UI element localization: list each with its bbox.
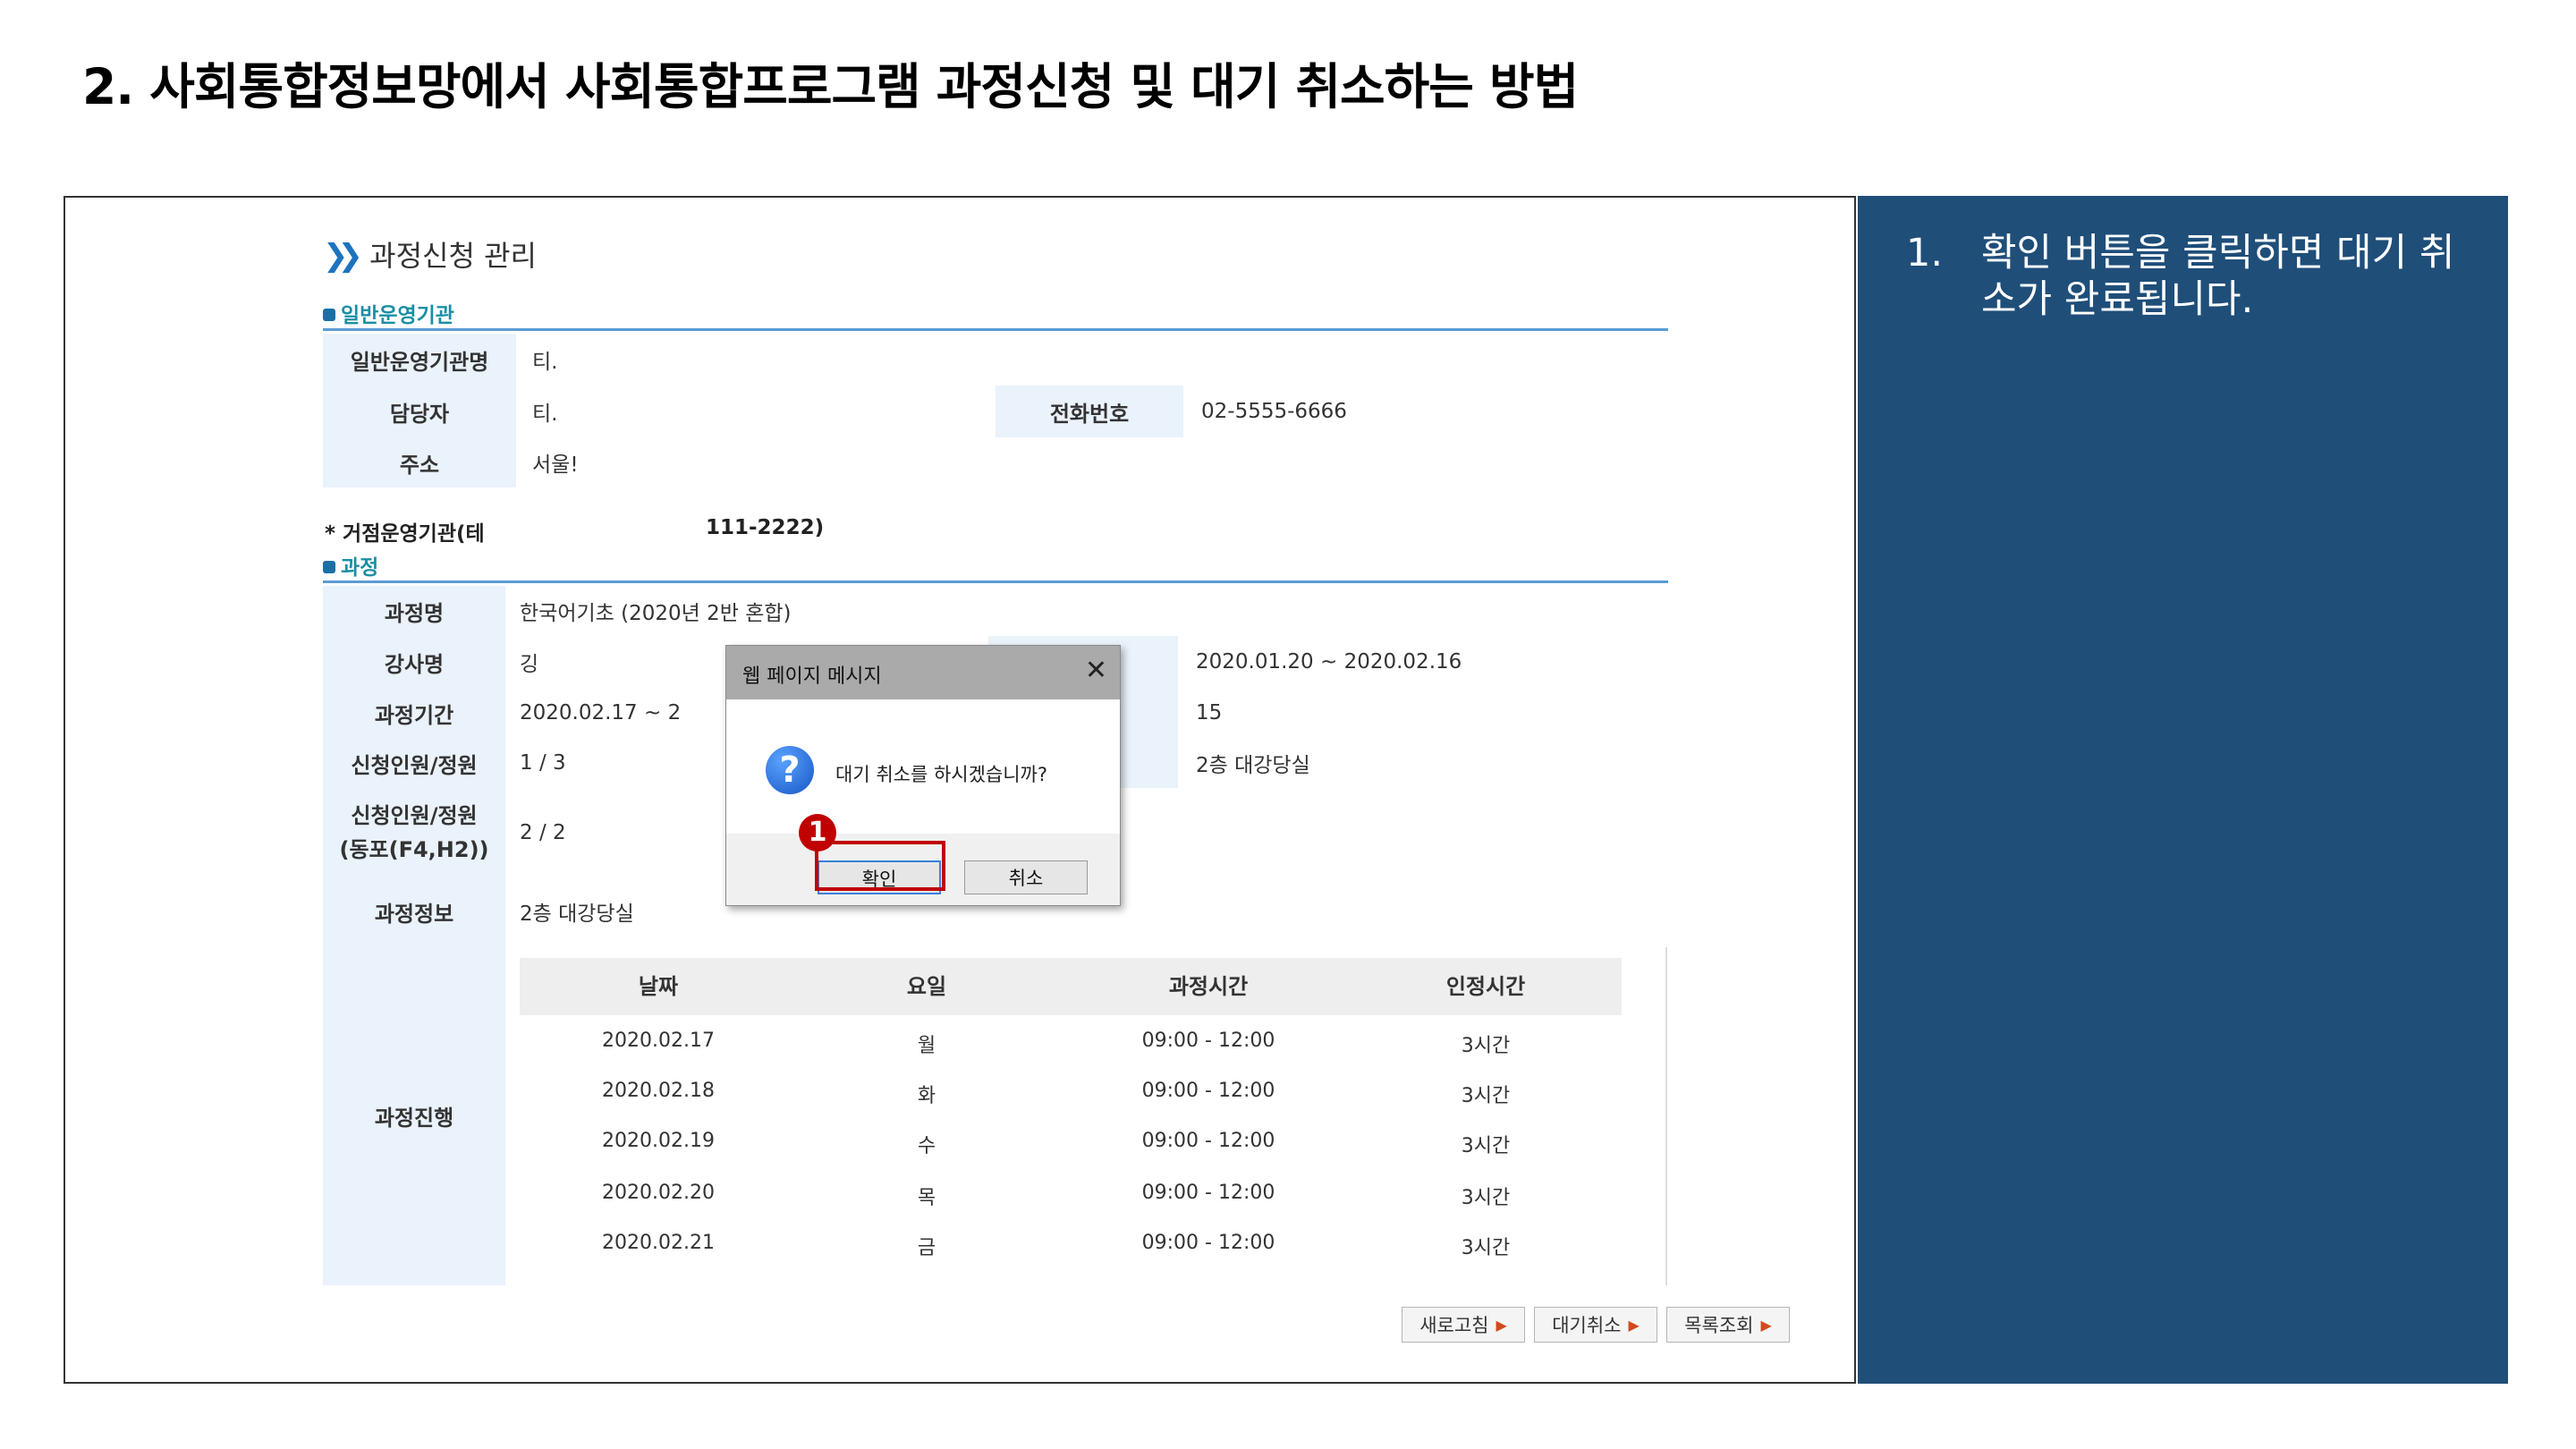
course-name-value: 한국어기초 (2020년 2반 혼합): [520, 602, 792, 625]
schedule-date: 2020.02.19: [602, 1130, 715, 1152]
schedule-weekday: 월: [917, 1035, 936, 1057]
phone-label: 전화번호: [996, 386, 1183, 437]
course-name-label: 과정명: [323, 586, 505, 636]
course-section-divider: [323, 580, 1668, 583]
triangle-right-icon: ▶: [1760, 1316, 1772, 1334]
step-badge: 1: [799, 814, 836, 852]
course-progress-label: 과정진행: [323, 945, 505, 1285]
org-section-title: 일반운영기관: [323, 298, 454, 328]
col-course-time: 과정시간: [1168, 974, 1249, 999]
address-label: 주소: [323, 437, 516, 487]
schedule-date: 2020.02.17: [602, 1030, 715, 1052]
enrollment-compatriot-value: 2 / 2: [520, 821, 566, 844]
address-value: 서울!: [532, 453, 579, 477]
enrollment-label: 신청인원/정원: [323, 738, 505, 788]
page-heading: ❯❯ 과정신청 관리: [323, 233, 537, 275]
course-section-title: 과정: [323, 550, 378, 580]
refresh-button[interactable]: 새로고침 ▶: [1402, 1307, 1525, 1343]
enrollment-compatriot-label: 신청인원/정원 (동포(F4,H2)): [323, 788, 505, 877]
schedule-credit: 3시간: [1461, 1035, 1511, 1057]
schedule-time: 09:00 - 12:00: [1141, 1232, 1275, 1254]
instruction-number: 1.: [1906, 231, 1944, 275]
schedule-table-header: 날짜 요일 과정시간 인정시간: [520, 958, 1622, 1015]
hub-org-note: * 거점운영기관(테: [325, 522, 485, 546]
phone-value: 02-5555-6666: [1201, 400, 1347, 423]
dialog-message: 대기 취소를 하시겠습니까?: [835, 764, 1048, 785]
course-place-value: 2층 대강당실: [1196, 754, 1310, 777]
section-bullet-icon: [323, 561, 335, 573]
course-info-label: 과정정보: [323, 877, 505, 945]
col-weekday: 요일: [906, 974, 947, 999]
schedule-date: 2020.02.21: [602, 1232, 715, 1254]
col-date: 날짜: [638, 974, 679, 999]
schedule-time: 09:00 - 12:00: [1141, 1080, 1275, 1102]
schedule-time: 09:00 - 12:00: [1141, 1182, 1275, 1204]
cancel-waitlist-button[interactable]: 대기취소 ▶: [1534, 1307, 1657, 1343]
hub-org-phone: 111-2222): [706, 516, 825, 539]
question-icon: ?: [766, 746, 814, 794]
page-heading-text: 과정신청 관리: [369, 239, 537, 273]
triangle-right-icon: ▶: [1496, 1316, 1507, 1334]
cancel-button[interactable]: 취소: [964, 860, 1088, 894]
instructor-label: 강사명: [323, 636, 505, 688]
apply-period-value: 2020.01.20 ~ 2020.02.16: [1196, 650, 1462, 674]
schedule-weekday: 금: [917, 1237, 936, 1259]
org-name-value: 티.: [532, 351, 558, 374]
instruction-panel: 1. 확인 버튼을 클릭하면 대기 취소가 완료됩니다.: [1858, 196, 2508, 1384]
schedule-credit: 3시간: [1461, 1085, 1511, 1107]
screenshot-frame: ❯❯ 과정신청 관리 일반운영기관 일반운영기관명 티. 담당자 티. 전화번호…: [64, 196, 1856, 1384]
schedule-credit: 3시간: [1461, 1187, 1511, 1209]
dialog-body: ? 대기 취소를 하시겠습니까?: [726, 699, 1120, 834]
schedule-date: 2020.02.20: [602, 1182, 715, 1204]
triangle-right-icon: ▶: [1628, 1316, 1640, 1334]
schedule-date: 2020.02.18: [602, 1080, 715, 1102]
close-icon[interactable]: ✕: [1085, 655, 1107, 686]
course-hours-value: 15: [1196, 701, 1223, 724]
manager-label: 담당자: [323, 386, 516, 437]
schedule-weekday: 수: [917, 1135, 936, 1157]
schedule-time: 09:00 - 12:00: [1141, 1030, 1275, 1052]
table-border: [1665, 947, 1667, 1285]
schedule-weekday: 화: [917, 1085, 936, 1107]
org-section-divider: [323, 328, 1668, 331]
instruction-text: 확인 버튼을 클릭하면 대기 취소가 완료됩니다.: [1981, 231, 2455, 322]
double-chevron-icon: ❯❯: [323, 238, 363, 274]
ok-button-highlight: [815, 841, 945, 891]
schedule-weekday: 목: [917, 1187, 936, 1209]
schedule-time: 09:00 - 12:00: [1141, 1130, 1275, 1152]
schedule-credit: 3시간: [1461, 1237, 1511, 1259]
slide-title: 2. 사회통합정보망에서 사회통합프로그램 과정신청 및 대기 취소하는 방법: [82, 58, 1579, 115]
course-management-page: ❯❯ 과정신청 관리 일반운영기관 일반운영기관명 티. 담당자 티. 전화번호…: [258, 198, 1790, 1378]
list-view-button[interactable]: 목록조회 ▶: [1666, 1307, 1790, 1343]
org-name-label: 일반운영기관명: [323, 334, 516, 386]
course-period-label: 과정기간: [323, 688, 505, 738]
dialog-titlebar: 웹 페이지 메시지 ✕: [726, 646, 1120, 699]
col-credit-hours: 인정시간: [1445, 974, 1526, 999]
enrollment-value: 1 / 3: [520, 751, 566, 775]
course-info-value: 2층 대강당실: [520, 902, 634, 926]
instructor-value: 깅: [520, 653, 539, 676]
schedule-credit: 3시간: [1461, 1135, 1511, 1157]
course-period-value: 2020.02.17 ~ 2: [520, 701, 682, 724]
manager-value: 티.: [532, 402, 558, 426]
dialog-title: 웹 페이지 메시지: [742, 665, 882, 688]
section-bullet-icon: [323, 309, 335, 321]
